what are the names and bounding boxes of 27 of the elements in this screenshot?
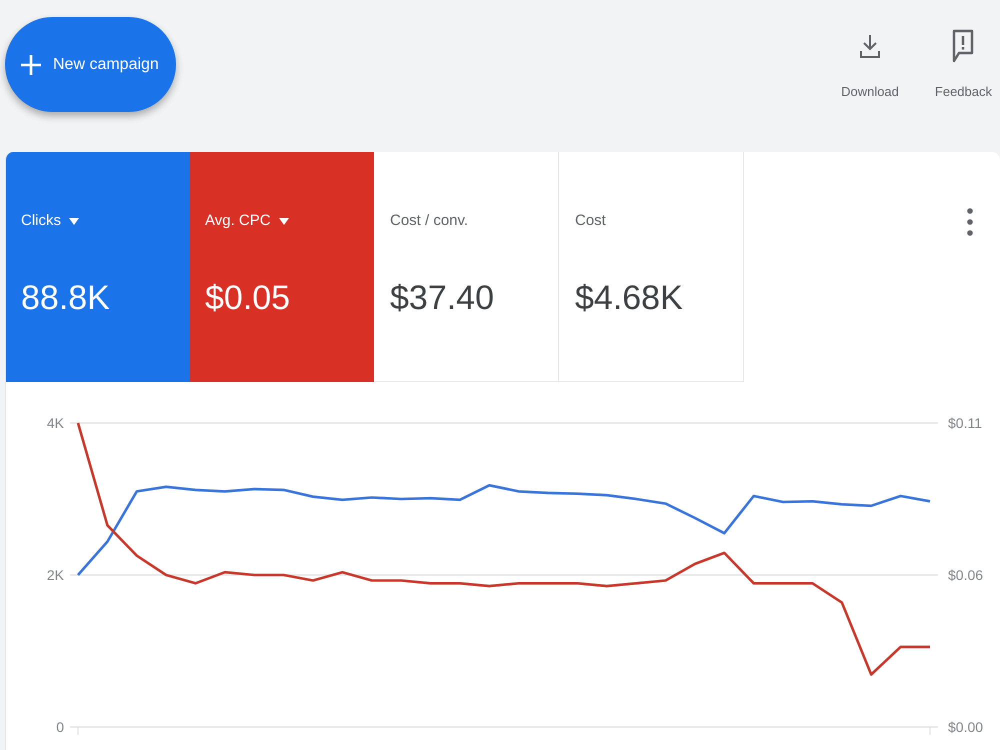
metric-dropdown[interactable]: Clicks [21,210,79,232]
metric-card[interactable]: Avg. CPC $0.05 [190,152,374,382]
metric-dropdown[interactable]: Avg. CPC [205,210,289,232]
download-button[interactable]: Download [841,28,899,102]
metric-value: $4.68K [575,278,683,318]
y-axis-label: 0 [56,719,64,735]
y-axis-label: 2K [46,567,64,583]
feedback-icon [952,29,974,63]
caret-down-icon [69,218,79,224]
more-options-icon[interactable] [967,208,973,236]
metric-card[interactable]: Clicks 88.8K [6,152,190,382]
metric-label: Cost [575,211,606,231]
y-axis-label: $0.00 [948,719,984,735]
metric-card[interactable]: Cost $4.68K [559,152,744,382]
new-campaign-button[interactable]: New campaign [5,17,176,112]
y-axis-label: $0.11 [948,415,982,431]
metric-value: 88.8K [21,278,110,318]
plus-icon [21,54,41,74]
y-axis-label: 4K [46,415,64,431]
download-icon [860,34,880,58]
metric-card[interactable]: Cost / conv. $37.40 [374,152,559,382]
y-axis-label: $0.06 [948,567,984,583]
metric-label: Cost / conv. [390,211,468,231]
metric-value: $37.40 [390,278,494,318]
caret-down-icon [278,218,289,224]
metric-value: $0.05 [205,278,290,318]
feedback-button[interactable]: Feedback [934,28,992,102]
